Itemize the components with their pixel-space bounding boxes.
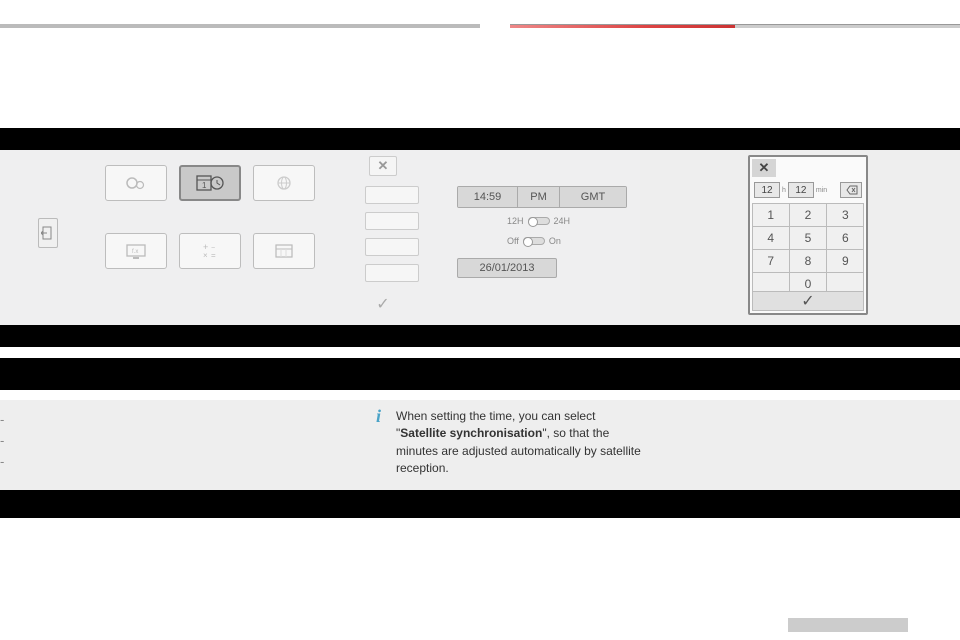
keypad-grid: 1 2 3 4 5 6 7 8 9 0 xyxy=(752,203,864,295)
key-3[interactable]: 3 xyxy=(826,203,864,227)
monitor-icon: f.x xyxy=(123,242,149,260)
page-accent-bar xyxy=(0,24,960,28)
key-2[interactable]: 2 xyxy=(789,203,827,227)
calendar-tile[interactable] xyxy=(253,233,315,269)
setting-row[interactable] xyxy=(365,264,419,282)
svg-text:1: 1 xyxy=(202,181,207,190)
keypad-time-row: 12 h 12 min xyxy=(754,181,862,199)
datetime-tile[interactable]: 1 xyxy=(179,165,241,201)
calendar-clock-icon: 1 xyxy=(195,173,225,193)
check-icon: ✓ xyxy=(801,291,814,311)
backspace-button[interactable] xyxy=(840,182,862,198)
confirm-button[interactable]: ✓ xyxy=(369,292,397,316)
calendar-icon xyxy=(271,242,297,260)
date-display[interactable]: 26/01/2013 xyxy=(457,258,557,278)
gears-icon xyxy=(123,174,149,192)
globe-icon xyxy=(271,174,297,192)
tz-value: GMT xyxy=(560,187,626,207)
ampm-value: PM xyxy=(518,187,560,207)
divider-band xyxy=(0,325,960,347)
key-5[interactable]: 5 xyxy=(789,226,827,250)
accent-left xyxy=(0,24,480,28)
info-note-text: When setting the time, you can select "S… xyxy=(396,408,646,478)
svg-text:f.x: f.x xyxy=(132,249,138,255)
language-tile[interactable] xyxy=(253,165,315,201)
accent-right xyxy=(510,24,960,28)
format-12h-label: 12H xyxy=(507,216,524,226)
cancel-button[interactable]: ✕ xyxy=(369,156,397,176)
keypad-min[interactable]: 12 xyxy=(788,182,814,198)
divider-band xyxy=(0,358,960,390)
sync-on-label: On xyxy=(549,236,561,246)
display-tile[interactable]: f.x xyxy=(105,233,167,269)
time-display[interactable]: 14:59 PM GMT xyxy=(457,186,627,208)
backspace-icon xyxy=(844,185,858,195)
svg-text:×: × xyxy=(203,251,208,260)
numeric-keypad: ✕ 12 h 12 min 1 2 3 4 5 6 7 8 9 0 ✓ xyxy=(748,155,868,315)
key-9[interactable]: 9 xyxy=(826,249,864,273)
hour-label: h xyxy=(782,187,786,194)
key-6[interactable]: 6 xyxy=(826,226,864,250)
info-icon: i xyxy=(376,406,381,427)
sync-off-label: Off xyxy=(507,236,519,246)
sync-toggle[interactable]: Off On xyxy=(507,236,561,246)
math-icon: +−×= xyxy=(197,242,223,260)
key-8[interactable]: 8 xyxy=(789,249,827,273)
close-icon: ✕ xyxy=(378,158,389,174)
config-menu-screen: 1 f.x +−×= xyxy=(0,150,358,325)
settings-tile[interactable] xyxy=(105,165,167,201)
setting-row[interactable] xyxy=(365,238,419,256)
close-icon: ✕ xyxy=(759,160,770,176)
divider-band xyxy=(0,490,960,518)
keypad-close-button[interactable]: ✕ xyxy=(752,159,776,177)
units-tile[interactable]: +−×= xyxy=(179,233,241,269)
check-icon: ✓ xyxy=(376,294,389,314)
time-format-toggle[interactable]: 12H 24H xyxy=(507,216,570,226)
format-24h-label: 24H xyxy=(554,216,571,226)
divider-band xyxy=(0,128,960,150)
info-note-section: --- i When setting the time, you can sel… xyxy=(0,400,960,490)
time-settings-screen: ✕ ✓ 14:59 PM GMT 12H 24H Off On 26/01/20… xyxy=(357,150,640,325)
svg-text:=: = xyxy=(211,251,216,260)
date-value: 26/01/2013 xyxy=(479,262,534,274)
bullet-dashes: --- xyxy=(0,410,4,472)
key-1[interactable]: 1 xyxy=(752,203,790,227)
footer-bar xyxy=(788,618,908,632)
exit-button[interactable] xyxy=(38,218,58,248)
key-7[interactable]: 7 xyxy=(752,249,790,273)
setting-row[interactable] xyxy=(365,212,419,230)
time-value: 14:59 xyxy=(458,187,518,207)
setting-row[interactable] xyxy=(365,186,419,204)
keypad-confirm-button[interactable]: ✓ xyxy=(752,291,864,311)
keypad-hour[interactable]: 12 xyxy=(754,182,780,198)
min-label: min xyxy=(816,187,827,194)
key-4[interactable]: 4 xyxy=(752,226,790,250)
